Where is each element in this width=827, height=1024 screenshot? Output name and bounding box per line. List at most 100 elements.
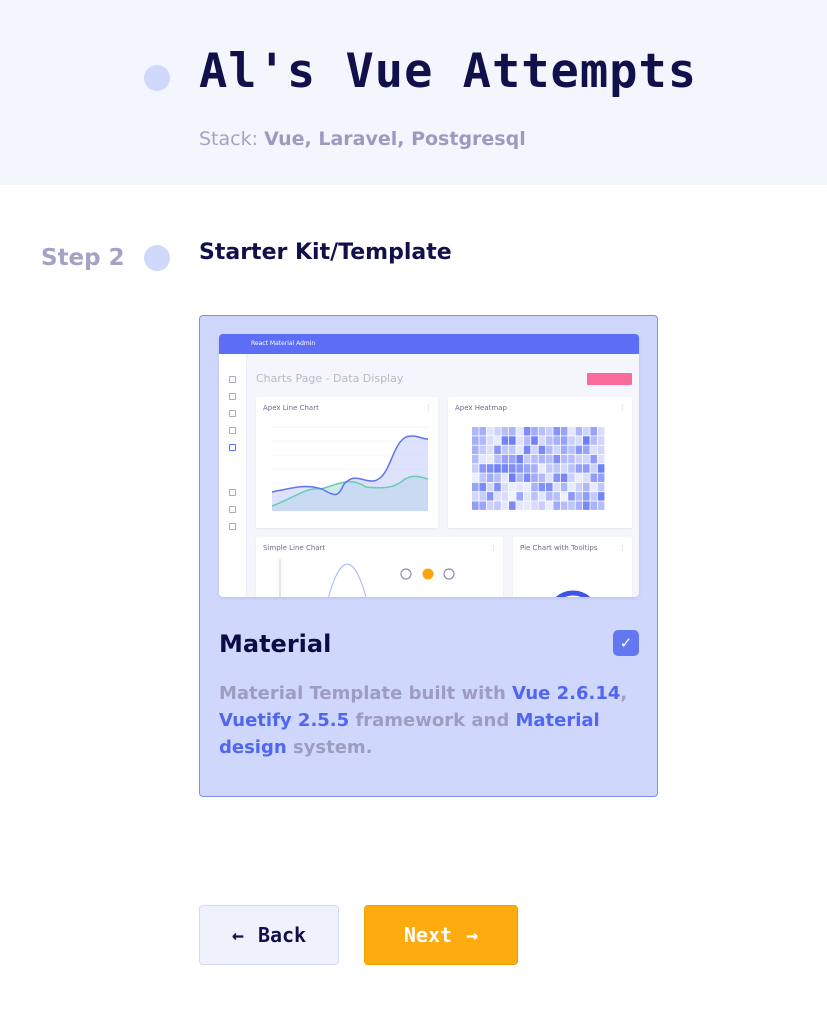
heatmap-cell	[583, 454, 590, 464]
stack-text: Stack: Vue, Laravel, Postgresql	[199, 128, 526, 150]
heatmap-cell	[494, 482, 501, 492]
heatmap-cell	[472, 492, 479, 501]
heatmap-cell	[531, 427, 538, 436]
heatmap-cell	[553, 436, 560, 445]
heatmap-cell	[553, 464, 560, 473]
heatmap-cell	[575, 436, 583, 445]
heatmap-cell	[486, 482, 494, 492]
heatmap-cell	[560, 427, 568, 436]
heatmap-cell	[583, 492, 590, 501]
heatmap-cell	[583, 445, 590, 455]
heatmap-cell	[553, 501, 560, 510]
stack-label: Stack:	[199, 128, 259, 150]
heatmap-cell	[568, 492, 575, 501]
heatmap-cell	[516, 501, 523, 510]
heatmap-cell	[560, 501, 568, 510]
back-label: Back	[257, 923, 307, 947]
stack-value: Vue, Laravel, Postgresql	[264, 128, 526, 150]
preview-app-bar: React Material Admin	[219, 334, 639, 354]
heatmap-cell	[509, 492, 516, 501]
page-title: Al's Vue Attempts	[199, 44, 698, 99]
preview-page-title: Charts Page - Data Display	[256, 372, 404, 385]
heatmap-cell	[546, 464, 553, 473]
heatmap-cell	[538, 427, 546, 436]
heatmap-cell	[583, 427, 590, 436]
heatmap-cell	[479, 454, 486, 464]
heatmap-cell	[538, 501, 546, 510]
heatmap-cell	[531, 492, 538, 501]
heatmap-cell	[523, 445, 531, 455]
heatmap-cell	[575, 427, 583, 436]
heatmap-cell	[546, 492, 553, 501]
heatmap-cell	[538, 436, 546, 445]
heatmap-cell	[509, 482, 516, 492]
next-button[interactable]: Next →	[364, 905, 518, 965]
heatmap-cell	[546, 482, 553, 492]
heatmap-cell	[494, 436, 501, 445]
heatmap-cell	[597, 436, 605, 445]
heatmap-cell	[479, 445, 486, 455]
heatmap-cell	[568, 427, 575, 436]
header: Al's Vue Attempts Stack: Vue, Laravel, P…	[0, 0, 827, 185]
heatmap-cell	[523, 482, 531, 492]
heatmap-cell	[494, 492, 501, 501]
heatmap-cell	[486, 492, 494, 501]
step-title: Starter Kit/Template	[199, 240, 452, 265]
heatmap-cell	[583, 501, 590, 510]
heatmap-cell	[472, 427, 479, 436]
heatmap-cell	[486, 436, 494, 445]
heatmap-cell	[583, 473, 590, 482]
heatmap-cell	[560, 492, 568, 501]
heatmap-cell	[472, 454, 479, 464]
heatmap-cell	[501, 482, 509, 492]
heatmap-cell	[590, 492, 597, 501]
heatmap-cell	[516, 445, 523, 455]
arrow-left-icon: ←	[231, 923, 244, 947]
heatmap-cell	[486, 454, 494, 464]
heatmap-cell	[546, 473, 553, 482]
heatmap-cell	[479, 501, 486, 510]
heatmap-cell	[501, 436, 509, 445]
heatmap-cell	[516, 464, 523, 473]
heatmap-cell	[538, 473, 546, 482]
heatmap-cell	[560, 454, 568, 464]
heatmap-cell	[597, 482, 605, 492]
heatmap-cell	[597, 464, 605, 473]
heatmap-cell	[472, 436, 479, 445]
back-button[interactable]: ← Back	[199, 905, 339, 965]
step-label: Step 2	[41, 245, 125, 271]
heatmap-cell	[597, 427, 605, 436]
heatmap-cell	[479, 436, 486, 445]
heatmap-cell	[590, 464, 597, 473]
heatmap-cell	[575, 454, 583, 464]
heatmap-cell	[472, 473, 479, 482]
heatmap-cell	[560, 436, 568, 445]
heatmap-cell	[568, 464, 575, 473]
heatmap-cell	[531, 473, 538, 482]
heatmap-cell	[560, 445, 568, 455]
heatmap-cell	[597, 454, 605, 464]
heatmap-cell	[546, 445, 553, 455]
heatmap-cell	[479, 473, 486, 482]
heatmap-cell	[509, 473, 516, 482]
heatmap-cell	[516, 473, 523, 482]
preview-pie-chart: Pie Chart with Tooltips ⋮	[513, 537, 632, 597]
heatmap-cell	[590, 473, 597, 482]
heatmap-cell	[531, 482, 538, 492]
heatmap-cell	[583, 482, 590, 492]
heatmap-cell	[597, 501, 605, 510]
heatmap-cell	[509, 445, 516, 455]
heatmap-cell	[590, 454, 597, 464]
heatmap-cell	[553, 445, 560, 455]
heatmap-cell	[479, 464, 486, 473]
selected-checkbox[interactable]: ✓	[613, 630, 639, 656]
arrow-right-icon: →	[466, 923, 479, 947]
heatmap-cell	[494, 427, 501, 436]
heatmap-cell	[560, 464, 568, 473]
template-card-material[interactable]: React Material Admin Charts Page - Data …	[199, 315, 658, 797]
heatmap-cell	[538, 454, 546, 464]
heatmap-cell	[531, 436, 538, 445]
heatmap-cell	[501, 501, 509, 510]
heatmap-cell	[590, 501, 597, 510]
heatmap-cell	[546, 436, 553, 445]
